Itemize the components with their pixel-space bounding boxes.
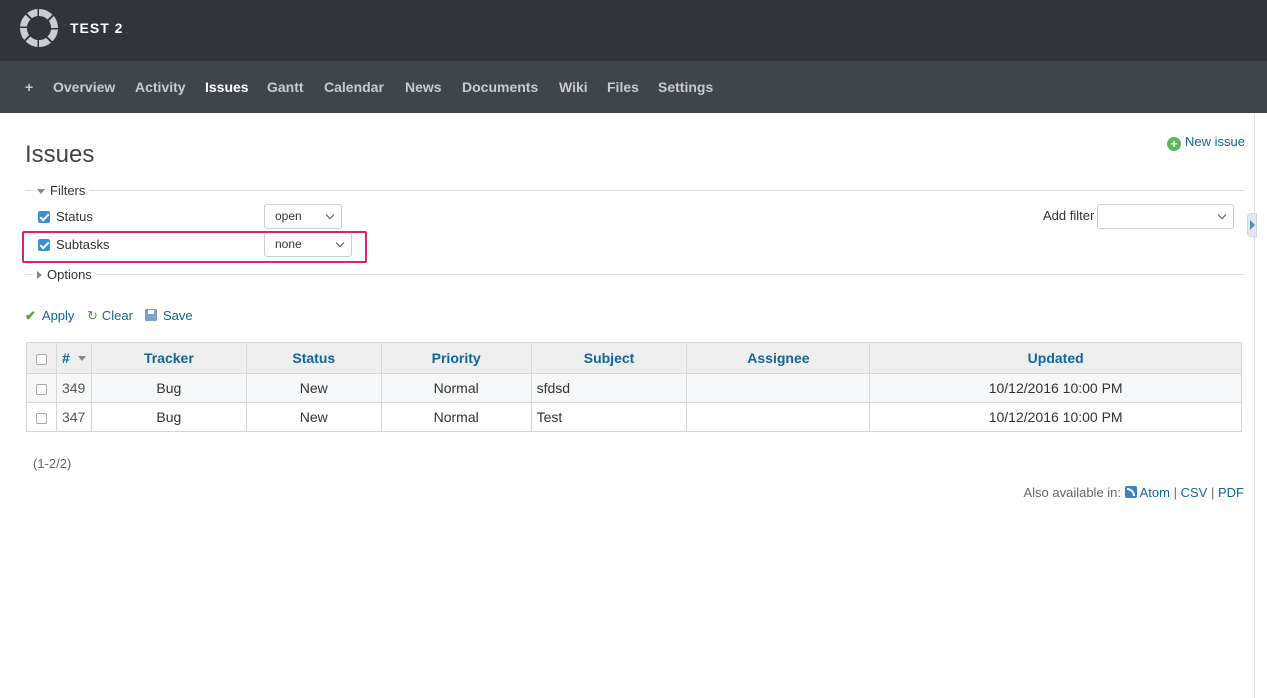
expand-triangle-icon <box>37 271 42 279</box>
add-filter-label: Add filter <box>1043 208 1095 223</box>
column-header-tracker[interactable]: Tracker <box>90 342 247 374</box>
issue-subject[interactable]: Test <box>530 402 688 432</box>
menu-calendar[interactable]: Calendar <box>324 79 384 95</box>
pdf-link[interactable]: PDF <box>1218 485 1244 500</box>
issue-priority: Normal <box>380 373 532 403</box>
row-checkbox-cell <box>26 373 57 403</box>
project-title[interactable]: TEST 2 <box>70 20 123 36</box>
add-icon: + <box>1167 137 1181 151</box>
checkmark-icon: ✔ <box>25 308 36 323</box>
new-issue-link[interactable]: + New issue <box>1167 134 1245 151</box>
menu-gantt[interactable]: Gantt <box>267 79 304 95</box>
expand-arrow-icon <box>1250 220 1255 230</box>
save-disk-icon <box>145 309 157 321</box>
format-separator: | <box>1173 485 1177 500</box>
menu-files[interactable]: Files <box>607 79 639 95</box>
reload-icon: ↻ <box>87 308 98 323</box>
page-title: Issues <box>25 141 95 168</box>
feed-icon <box>1124 486 1137 498</box>
menu-overview[interactable]: Overview <box>53 79 115 95</box>
issue-updated: 10/12/2016 10:00 PM <box>869 373 1242 403</box>
sidebar-divider <box>1254 113 1255 698</box>
column-header-status[interactable]: Status <box>245 342 382 374</box>
issue-assignee <box>686 373 871 403</box>
other-formats-prefix: Also available in: <box>1023 485 1122 500</box>
select-all-checkbox[interactable] <box>35 353 47 365</box>
issue-assignee <box>686 402 871 432</box>
main-menu: + Overview Activity Issues Gantt Calenda… <box>0 61 1267 113</box>
pagination-count: (1-2/2) <box>33 456 72 471</box>
atom-label: Atom <box>1139 485 1170 500</box>
status-operator-value: open <box>275 209 302 223</box>
save-link[interactable]: Save <box>145 308 193 323</box>
select-all-cell <box>26 342 57 374</box>
new-issue-label: New issue <box>1185 134 1245 149</box>
issue-status: New <box>245 402 382 432</box>
issue-tracker: Bug <box>90 373 247 403</box>
save-label: Save <box>163 308 193 323</box>
status-filter-checkbox[interactable] <box>38 211 50 223</box>
row-checkbox-cell <box>26 402 57 432</box>
issue-updated: 10/12/2016 10:00 PM <box>869 402 1242 432</box>
menu-documents[interactable]: Documents <box>462 79 538 95</box>
status-filter-label: Status <box>56 209 93 224</box>
csv-link[interactable]: CSV <box>1181 485 1208 500</box>
column-header-id[interactable]: # <box>55 342 92 374</box>
issue-id[interactable]: 349 <box>55 373 92 403</box>
issue-priority: Normal <box>380 402 532 432</box>
menu-wiki[interactable]: Wiki <box>559 79 588 95</box>
column-header-subject[interactable]: Subject <box>530 342 688 374</box>
top-header: TEST 2 <box>0 0 1267 61</box>
apply-link[interactable]: ✔ Apply <box>25 308 74 324</box>
chevron-down-icon <box>325 210 335 220</box>
highlight-annotation <box>22 231 367 263</box>
column-header-priority[interactable]: Priority <box>380 342 532 374</box>
column-header-assignee[interactable]: Assignee <box>686 342 871 374</box>
collapse-triangle-icon <box>37 189 45 194</box>
clear-link[interactable]: ↻ Clear <box>87 308 133 324</box>
other-formats: Also available in: Atom | CSV | PDF <box>1023 485 1244 500</box>
filters-legend-label: Filters <box>50 183 86 198</box>
menu-new-object[interactable]: + <box>25 79 33 95</box>
issues-table: # Tracker Status Priority Subject Assign… <box>26 342 1242 432</box>
options-fieldset-border <box>25 274 1244 275</box>
table-header-row: # Tracker Status Priority Subject Assign… <box>26 342 1242 374</box>
apply-label: Apply <box>41 308 75 323</box>
table-row[interactable]: 347 Bug New Normal Test 10/12/2016 10:00… <box>26 402 1242 432</box>
options-legend[interactable]: Options <box>33 267 96 282</box>
issue-id[interactable]: 347 <box>55 402 92 432</box>
menu-activity[interactable]: Activity <box>135 79 186 95</box>
format-separator: | <box>1210 485 1215 500</box>
logo-icon[interactable] <box>19 8 59 48</box>
menu-news[interactable]: News <box>405 79 442 95</box>
chevron-down-icon <box>1217 210 1227 220</box>
add-filter-select[interactable] <box>1097 204 1234 229</box>
table-row[interactable]: 349 Bug New Normal sfdsd 10/12/2016 10:0… <box>26 373 1242 403</box>
filters-legend[interactable]: Filters <box>33 183 90 198</box>
status-operator-select[interactable]: open <box>264 204 342 229</box>
options-legend-label: Options <box>47 267 92 282</box>
row-checkbox[interactable] <box>35 383 47 395</box>
issue-status: New <box>245 373 382 403</box>
issue-tracker: Bug <box>90 402 247 432</box>
filters-fieldset-border <box>25 190 1244 191</box>
sidebar-toggle[interactable] <box>1247 213 1257 237</box>
clear-label: Clear <box>101 308 133 323</box>
sort-desc-icon <box>77 356 86 361</box>
column-id-label: # <box>61 350 70 366</box>
column-header-updated[interactable]: Updated <box>869 342 1242 374</box>
atom-link[interactable]: Atom <box>1124 485 1170 500</box>
row-checkbox[interactable] <box>35 412 47 424</box>
menu-issues[interactable]: Issues <box>205 79 249 95</box>
menu-settings[interactable]: Settings <box>658 79 713 95</box>
issue-subject[interactable]: sfdsd <box>530 373 688 403</box>
